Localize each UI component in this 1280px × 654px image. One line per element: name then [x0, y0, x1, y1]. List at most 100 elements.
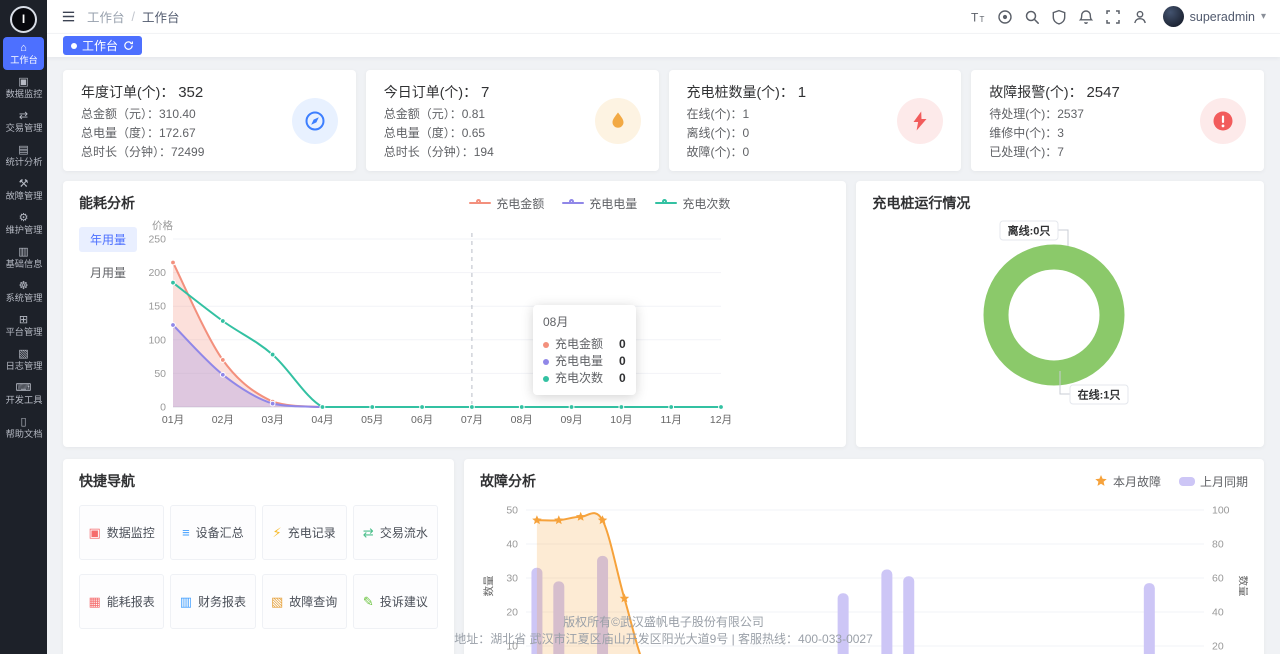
breadcrumb-item-0[interactable]: 工作台 [87, 7, 125, 26]
stat-card-3: 故障报警(个)： 2547待处理(个)：2537维修中(个)：3已处理(个)：7 [971, 70, 1264, 171]
tab-label: 工作台 [82, 37, 118, 54]
energy-range-tabs: 年用量月用量 [79, 217, 137, 432]
sidebar-item-home[interactable]: ⌂工作台 [3, 37, 44, 70]
svg-text:20: 20 [506, 607, 518, 619]
sidebar-item-fault[interactable]: ⚒故障管理 [3, 173, 44, 206]
gauge-icon [292, 98, 338, 144]
sidebar-item-platform[interactable]: ⊞平台管理 [3, 309, 44, 342]
notification-icon[interactable] [1077, 8, 1095, 26]
legend-item-充电金额[interactable]: 充电金额 [469, 195, 544, 212]
tab-refresh-icon[interactable] [123, 40, 134, 51]
sidebar-item-stats[interactable]: ▤统计分析 [3, 139, 44, 172]
stat-card-0: 年度订单(个)： 352总金额（元）：310.40总电量（度）：172.67总时… [63, 70, 356, 171]
energy-chart[interactable]: 050100150200250价格01月02月03月04月05月06月07月08… [137, 217, 737, 429]
stat-card-2: 充电桩数量(个)： 1在线(个)：1离线(个)：0故障(个)：0 [669, 70, 962, 171]
svg-text:10: 10 [506, 641, 518, 653]
system-icon: ☸ [19, 280, 29, 293]
online-label: 在线:1只 [1070, 385, 1128, 404]
sidebar-item-system[interactable]: ☸系统管理 [3, 275, 44, 308]
energy-tab-1[interactable]: 月用量 [79, 260, 137, 285]
sidebar-item-dev-tools[interactable]: ⌨开发工具 [3, 377, 44, 410]
stat-value: 7 [481, 84, 489, 101]
sidebar-item-maintain[interactable]: ⚙维护管理 [3, 207, 44, 240]
bar-marker [1179, 477, 1195, 486]
user-menu[interactable]: superadmin ▾ [1163, 6, 1266, 27]
legend-marker [562, 198, 584, 208]
profile-icon[interactable] [1131, 8, 1149, 26]
fault-analysis-card: 故障分析 本月故障上月同期 50403020100020406080100数量数… [464, 459, 1264, 654]
legend-item-充电电量[interactable]: 充电电量 [562, 195, 637, 212]
quick-nav-fault-search[interactable]: ▧故障查询 [262, 574, 347, 629]
stats-row: 年度订单(个)： 352总金额（元）：310.40总电量（度）：172.67总时… [63, 70, 1264, 171]
sidebar-item-help[interactable]: ▯帮助文档 [3, 411, 44, 444]
charge-bolt-icon: ⚡ [273, 525, 282, 541]
svg-text:0: 0 [160, 402, 166, 414]
main-area: 工作台 / 工作台 TT superadmin ▾ 工作台 年度订单(个)： [47, 0, 1280, 654]
svg-text:12月: 12月 [710, 414, 732, 426]
stat-detail: 总金额（元）：310.40 [81, 105, 204, 124]
sidebar-item-trade[interactable]: ⇄交易管理 [3, 105, 44, 138]
stat-detail: 离线(个)：0 [687, 124, 807, 143]
sidebar: I ⌂工作台▣数据监控⇄交易管理▤统计分析⚒故障管理⚙维护管理▥基础信息☸系统管… [0, 0, 47, 654]
suggestion-icon: ✎ [363, 594, 374, 610]
quick-nav-energy-report[interactable]: ▦能耗报表 [79, 574, 164, 629]
quick-nav-device-list[interactable]: ≡设备汇总 [170, 505, 255, 560]
username: superadmin [1190, 10, 1255, 24]
energy-tab-0[interactable]: 年用量 [79, 227, 137, 252]
legend-marker [469, 198, 491, 208]
sidebar-item-data-monitor[interactable]: ▣数据监控 [3, 71, 44, 104]
help-icon: ▯ [20, 416, 26, 429]
svg-text:01月: 01月 [162, 414, 184, 426]
search-icon[interactable] [1023, 8, 1041, 26]
fault-search-icon: ▧ [271, 594, 283, 610]
energy-report-icon: ▦ [88, 594, 100, 610]
font-size-icon[interactable]: TT [969, 8, 987, 26]
header-actions: TT superadmin ▾ [969, 6, 1266, 27]
quick-nav-suggestion[interactable]: ✎投诉建议 [353, 574, 438, 629]
breadcrumb-item-1[interactable]: 工作台 [142, 7, 180, 26]
header: 工作台 / 工作台 TT superadmin ▾ [47, 0, 1280, 33]
svg-text:06月: 06月 [411, 414, 433, 426]
fault-analysis-chart[interactable]: 50403020100020406080100数量数量 [480, 491, 1248, 654]
svg-text:150: 150 [148, 301, 166, 313]
trade-icon: ⇄ [19, 110, 28, 123]
legend-item-充电次数[interactable]: 充电次数 [655, 195, 730, 212]
star-marker [1094, 474, 1108, 488]
legend-item-本月故障[interactable]: 本月故障 [1094, 473, 1161, 490]
app-logo[interactable]: I [0, 2, 47, 36]
stat-detail: 已处理(个)：7 [989, 143, 1120, 162]
svg-text:100: 100 [148, 334, 166, 346]
tab-workbench[interactable]: 工作台 [63, 36, 142, 55]
fault-icon: ⚒ [19, 178, 29, 191]
quick-nav-finance-report[interactable]: ▥财务报表 [170, 574, 255, 629]
theme-icon[interactable] [996, 8, 1014, 26]
quick-nav-monitor[interactable]: ▣数据监控 [79, 505, 164, 560]
svg-text:T: T [979, 15, 984, 24]
content: 年度订单(个)： 352总金额（元）：310.40总电量（度）：172.67总时… [47, 57, 1280, 654]
svg-text:09月: 09月 [560, 414, 582, 426]
header-icons: TT [969, 8, 1149, 26]
legend-item-上月同期[interactable]: 上月同期 [1179, 473, 1248, 490]
fullscreen-icon[interactable] [1104, 8, 1122, 26]
svg-text:03月: 03月 [262, 414, 284, 426]
svg-text:50: 50 [154, 368, 166, 380]
stat-detail: 总金额（元）：0.81 [384, 105, 494, 124]
svg-text:40: 40 [1212, 607, 1224, 619]
bottom-row: 快捷导航 ▣数据监控≡设备汇总⚡充电记录⇄交易流水▦能耗报表▥财务报表▧故障查询… [63, 459, 1264, 654]
device-list-icon: ≡ [182, 525, 190, 540]
pile-status-donut-chart[interactable]: 离线:0只在线:1只 [872, 213, 1237, 418]
home-icon: ⌂ [20, 42, 27, 55]
base-info-icon: ▥ [18, 246, 28, 259]
quick-nav-charge-bolt[interactable]: ⚡充电记录 [262, 505, 347, 560]
skin-icon[interactable] [1050, 8, 1068, 26]
energy-analysis-card: 能耗分析 充电金额充电电量充电次数 年用量月用量 050100150200250… [63, 181, 846, 447]
logo-icon: I [10, 6, 37, 33]
menu-toggle-icon[interactable] [59, 8, 77, 26]
charts-row: 能耗分析 充电金额充电电量充电次数 年用量月用量 050100150200250… [63, 181, 1264, 447]
quick-nav-grid: ▣数据监控≡设备汇总⚡充电记录⇄交易流水 ▦能耗报表▥财务报表▧故障查询✎投诉建议 [79, 505, 438, 629]
quick-nav-transaction[interactable]: ⇄交易流水 [353, 505, 438, 560]
sidebar-item-log[interactable]: ▧日志管理 [3, 343, 44, 376]
svg-text:10月: 10月 [610, 414, 632, 426]
tab-bar: 工作台 [47, 33, 1280, 57]
sidebar-item-base-info[interactable]: ▥基础信息 [3, 241, 44, 274]
